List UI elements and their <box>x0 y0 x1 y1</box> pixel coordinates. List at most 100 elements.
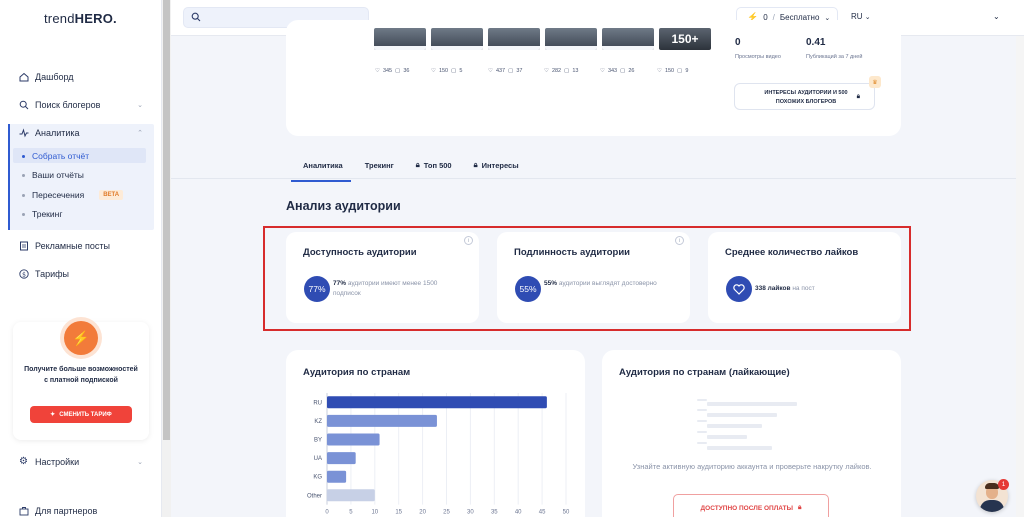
sidebar-item-tariffs[interactable]: $ Тарифы <box>18 268 69 279</box>
post-stats: ♡ 345 ▢ 36 <box>375 68 410 74</box>
notification-badge: 1 <box>998 479 1009 490</box>
placeholder-bar <box>707 435 747 439</box>
posts-per-week-value: 0.41 <box>806 37 826 48</box>
post-stats: ♡ 282 ▢ 13 <box>544 68 579 74</box>
sidebar-subitem-build-report[interactable]: Собрать отчёт <box>22 151 89 161</box>
tabs-divider <box>171 178 1016 179</box>
available-after-payment-button[interactable]: ДОСТУПНО ПОСЛЕ ОПЛАТЫ 🔒︎ <box>673 494 829 517</box>
liking-audience-note: Узнайте активную аудиторию аккаунта и пр… <box>632 462 872 471</box>
x-tick-label: 30 <box>467 510 474 516</box>
tab-interests[interactable]: 🔒︎ Интересы <box>474 160 519 170</box>
post-stats: ♡ 343 ▢ 26 <box>600 68 635 74</box>
report-tabs: Аналитика Трекинг 🔒︎ Топ 500 🔒︎ Интересы <box>290 160 519 182</box>
search-icon <box>191 12 201 25</box>
lightning-icon: ⚡ <box>64 321 98 355</box>
dollar-icon: $ <box>18 268 29 279</box>
home-icon <box>18 71 29 82</box>
y-tick-label: BY <box>314 438 322 444</box>
tab-top-500[interactable]: 🔒︎ Топ 500 <box>416 160 452 170</box>
beta-badge: BETA <box>99 190 124 200</box>
x-tick-label: 15 <box>395 510 402 516</box>
crown-icon: ♛ <box>869 76 881 88</box>
x-tick-label: 25 <box>443 510 450 516</box>
x-tick-label: 45 <box>539 510 546 516</box>
post-stats: ♡ 150 ▢ 5 <box>431 68 463 74</box>
sidebar-item-search[interactable]: Поиск блогеров <box>18 99 100 110</box>
section-title: Анализ аудитории <box>286 199 401 213</box>
main-scrollbar[interactable] <box>1016 36 1024 517</box>
svg-text:$: $ <box>22 271 26 278</box>
sidebar-scrollbar[interactable] <box>162 0 171 517</box>
placeholder-line <box>697 420 707 422</box>
x-tick-label: 5 <box>349 510 353 516</box>
y-tick-label: KG <box>313 475 322 481</box>
highlight-box <box>263 226 911 331</box>
tab-tracking[interactable]: Трекинг <box>365 160 394 170</box>
placeholder-line <box>697 442 707 444</box>
countries-bar-chart: 0 5 10 15 20 25 30 35 40 45 50 RU KZ BY UA KG Other <box>307 393 570 516</box>
sidebar-subitem-your-reports[interactable]: Ваши отчёты <box>22 170 84 180</box>
gear-icon: ⚙ <box>19 456 28 467</box>
y-tick-label: UA <box>314 456 322 462</box>
posts-per-week-label: Публикаций за 7 дней <box>806 54 863 60</box>
post-thumbnail[interactable] <box>488 28 540 50</box>
post-thumbnail[interactable] <box>431 28 483 50</box>
bar-other <box>327 489 375 502</box>
analytics-icon <box>18 127 29 138</box>
video-views-label: Просмотры видео <box>735 54 781 60</box>
document-icon <box>18 240 29 251</box>
sidebar-item-analytics[interactable]: Аналитика <box>18 127 80 138</box>
bar-kz <box>327 414 437 427</box>
x-tick-label: 50 <box>563 510 570 516</box>
upgrade-promo: ⚡ Получите больше возможностей с платной… <box>13 321 149 440</box>
lock-icon: 🔒︎ <box>415 160 420 169</box>
sidebar-subitem-intersections[interactable]: Пересечения BETA <box>22 190 124 200</box>
chevron-down-icon: ⌄ <box>137 102 143 109</box>
sidebar-item-partners[interactable]: Для партнеров <box>18 505 97 516</box>
chevron-down-icon: ⌄ <box>137 459 143 466</box>
lock-icon: 🔒︎ <box>797 504 802 511</box>
x-tick-label: 35 <box>491 510 498 516</box>
x-tick-label: 0 <box>325 510 329 516</box>
partners-icon <box>18 505 29 516</box>
placeholder-bar <box>707 413 777 417</box>
lock-icon: 🔒︎ <box>856 94 860 100</box>
placeholder-bar <box>707 402 797 406</box>
recent-posts: 150+ <box>374 28 711 50</box>
post-stats: ♡ 437 ▢ 37 <box>488 68 523 74</box>
post-thumbnail[interactable] <box>374 28 426 50</box>
y-tick-label: RU <box>313 400 322 406</box>
placeholder-line <box>697 431 707 433</box>
sidebar-item-ad-posts[interactable]: Рекламные посты <box>18 240 110 251</box>
x-tick-label: 20 <box>419 510 426 516</box>
video-views-value: 0 <box>735 37 741 48</box>
placeholder-bar <box>707 446 772 450</box>
bar-by <box>327 433 380 446</box>
sidebar: trendHERO. Дашборд Поиск блогеров ⌄ Анал… <box>0 0 162 517</box>
post-thumbnail[interactable] <box>602 28 654 50</box>
audience-interests-button[interactable]: ИНТЕРЕСЫ АУДИТОРИИ И 500 ПОХОЖИХ БЛОГЕРО… <box>734 83 875 110</box>
post-thumbnail[interactable] <box>545 28 597 50</box>
sidebar-subitem-tracking[interactable]: Трекинг <box>22 209 62 219</box>
placeholder-bar <box>707 424 762 428</box>
placeholder-line <box>697 409 707 411</box>
liking-countries-card: Аудитория по странам (лайкающие) <box>602 350 901 517</box>
change-plan-button[interactable]: ✦ СМЕНИТЬ ТАРИФ <box>30 406 132 423</box>
x-tick-label: 40 <box>515 510 522 516</box>
chevron-up-icon: ⌃ <box>137 130 143 137</box>
lock-icon: 🔒︎ <box>473 160 478 169</box>
search-icon <box>18 99 29 110</box>
sidebar-item-dashboard[interactable]: Дашборд <box>18 71 74 82</box>
y-tick-label: KZ <box>314 419 322 425</box>
y-tick-label: Other <box>307 493 322 499</box>
sparkle-icon: ✦ <box>50 412 56 418</box>
user-menu-chevron-icon[interactable]: ⌄ <box>993 12 1000 21</box>
app-logo[interactable]: trendHERO. <box>44 11 117 26</box>
tab-analytics[interactable]: Аналитика <box>291 160 351 182</box>
more-posts-thumbnail[interactable]: 150+ <box>659 28 711 50</box>
post-stats: ♡ 150 ▢ 9 <box>657 68 689 74</box>
x-tick-label: 10 <box>371 510 378 516</box>
sidebar-item-settings[interactable]: ⚙ Настройки <box>18 456 79 467</box>
bar-kg <box>327 470 347 483</box>
placeholder-line <box>697 399 707 401</box>
